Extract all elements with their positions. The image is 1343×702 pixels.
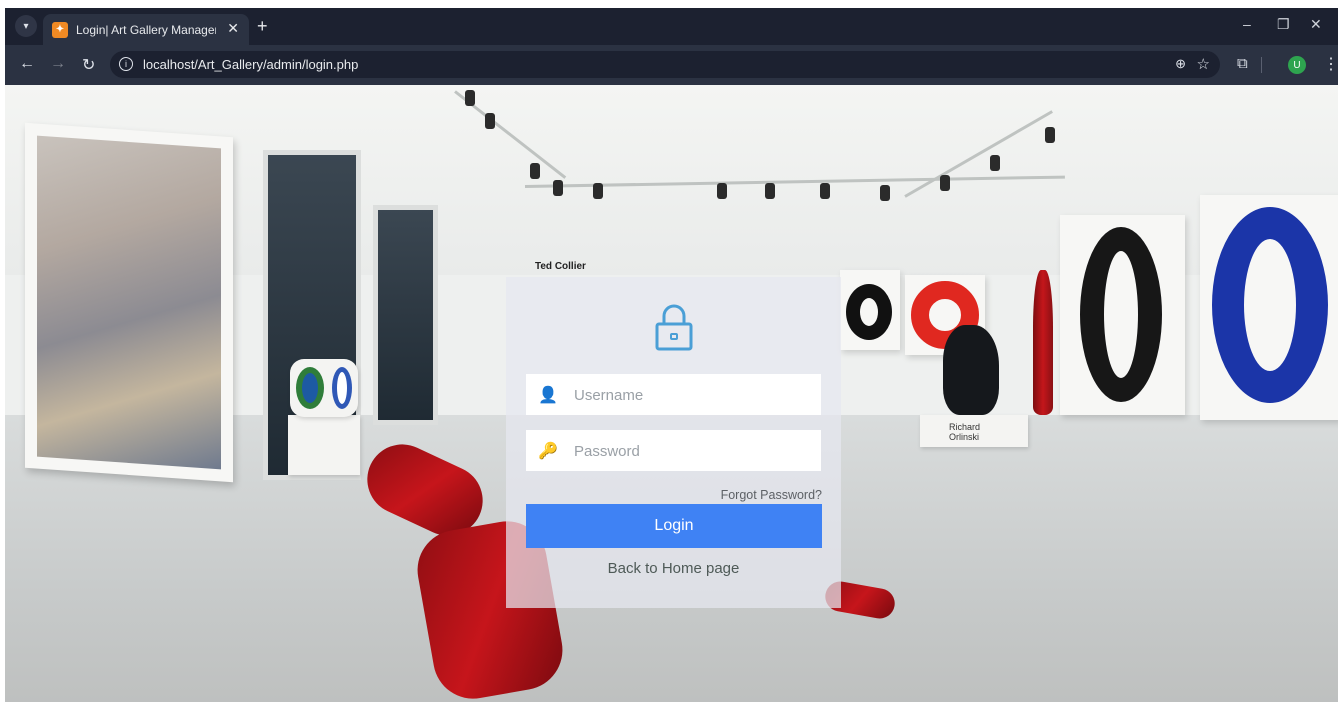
profile-avatar[interactable]: U [1288,56,1306,74]
reload-icon[interactable]: ↻ [82,55,95,75]
username-field: 👤 [526,374,821,417]
close-tab-icon[interactable]: ✕ [227,20,239,37]
spotlight [593,183,603,199]
spotlight [940,175,950,191]
pedestal [288,415,360,475]
spotlight [717,183,727,199]
site-info-icon[interactable]: i [119,57,133,71]
lion-painting-art [37,135,221,470]
bear-sculpture [943,325,999,415]
new-tab-icon[interactable]: + [257,16,268,37]
canvas-black-large [1060,215,1185,415]
key-icon: 🔑 [538,443,558,460]
password-field: 🔑 [526,430,821,473]
ring-art [846,284,892,340]
lock-icon [655,304,693,351]
url-text[interactable]: localhost/Art_Gallery/admin/login.php [143,57,358,72]
address-bar[interactable]: i localhost/Art_Gallery/admin/login.php … [110,51,1220,78]
artist-label: Ted Collier [535,261,586,272]
spotlight [990,155,1000,171]
gallery-window [373,205,438,425]
tab-search-icon[interactable]: ▾ [15,15,37,37]
zoom-icon[interactable]: ⊕ [1175,56,1186,72]
artist-plaque: Richard Orlinski [949,422,980,442]
spotlight [530,163,540,179]
forward-icon[interactable]: → [50,55,66,73]
spotlight [553,180,563,196]
browser-tab-active[interactable]: ✦ Login| Art Gallery Management ✕ [43,14,249,45]
login-button[interactable]: Login [526,504,822,548]
sculpture-hole [332,367,352,409]
spotlight [485,113,495,129]
user-icon: 👤 [538,387,558,404]
spotlight [765,183,775,199]
login-panel: 👤 🔑 Forgot Password? Login Back to Home … [506,277,841,608]
bookmark-star-icon[interactable]: ☆ [1197,55,1210,73]
password-input[interactable] [572,430,816,473]
canvas-black-ring [840,270,900,350]
canvas-blue-large [1200,195,1338,420]
username-input[interactable] [572,374,816,417]
ring-art [1080,227,1162,402]
spotlight [1045,127,1055,143]
favicon-icon: ✦ [52,21,68,38]
restore-icon[interactable]: ❐ [1277,16,1290,33]
browser-tab-bar: ▾ ✦ Login| Art Gallery Management ✕ + – … [5,8,1338,45]
tab-title: Login| Art Gallery Management [76,22,216,37]
back-icon[interactable]: ← [19,55,35,73]
browser-toolbar: ← → ↻ i localhost/Art_Gallery/admin/logi… [5,45,1339,85]
artist-plaque-line: Orlinski [949,432,980,442]
more-menu-icon[interactable]: ⋮ [1323,54,1339,74]
minimize-icon[interactable]: – [1243,16,1251,32]
ring-art [1212,207,1328,403]
spotlight [465,90,475,106]
lion-painting [25,122,233,483]
red-pillar-sculpture [1033,270,1053,415]
spotlight [880,185,890,201]
spotlight [820,183,830,199]
extensions-icon[interactable]: ⧉ [1237,55,1248,72]
close-window-icon[interactable]: ✕ [1310,16,1322,33]
back-to-home-link[interactable]: Back to Home page [506,560,841,577]
cube-sculpture [290,359,358,417]
toolbar-divider [1261,57,1262,73]
artist-plaque-line: Richard [949,422,981,432]
sculpture-hole [296,367,324,409]
forgot-password-link[interactable]: Forgot Password? [721,488,822,502]
